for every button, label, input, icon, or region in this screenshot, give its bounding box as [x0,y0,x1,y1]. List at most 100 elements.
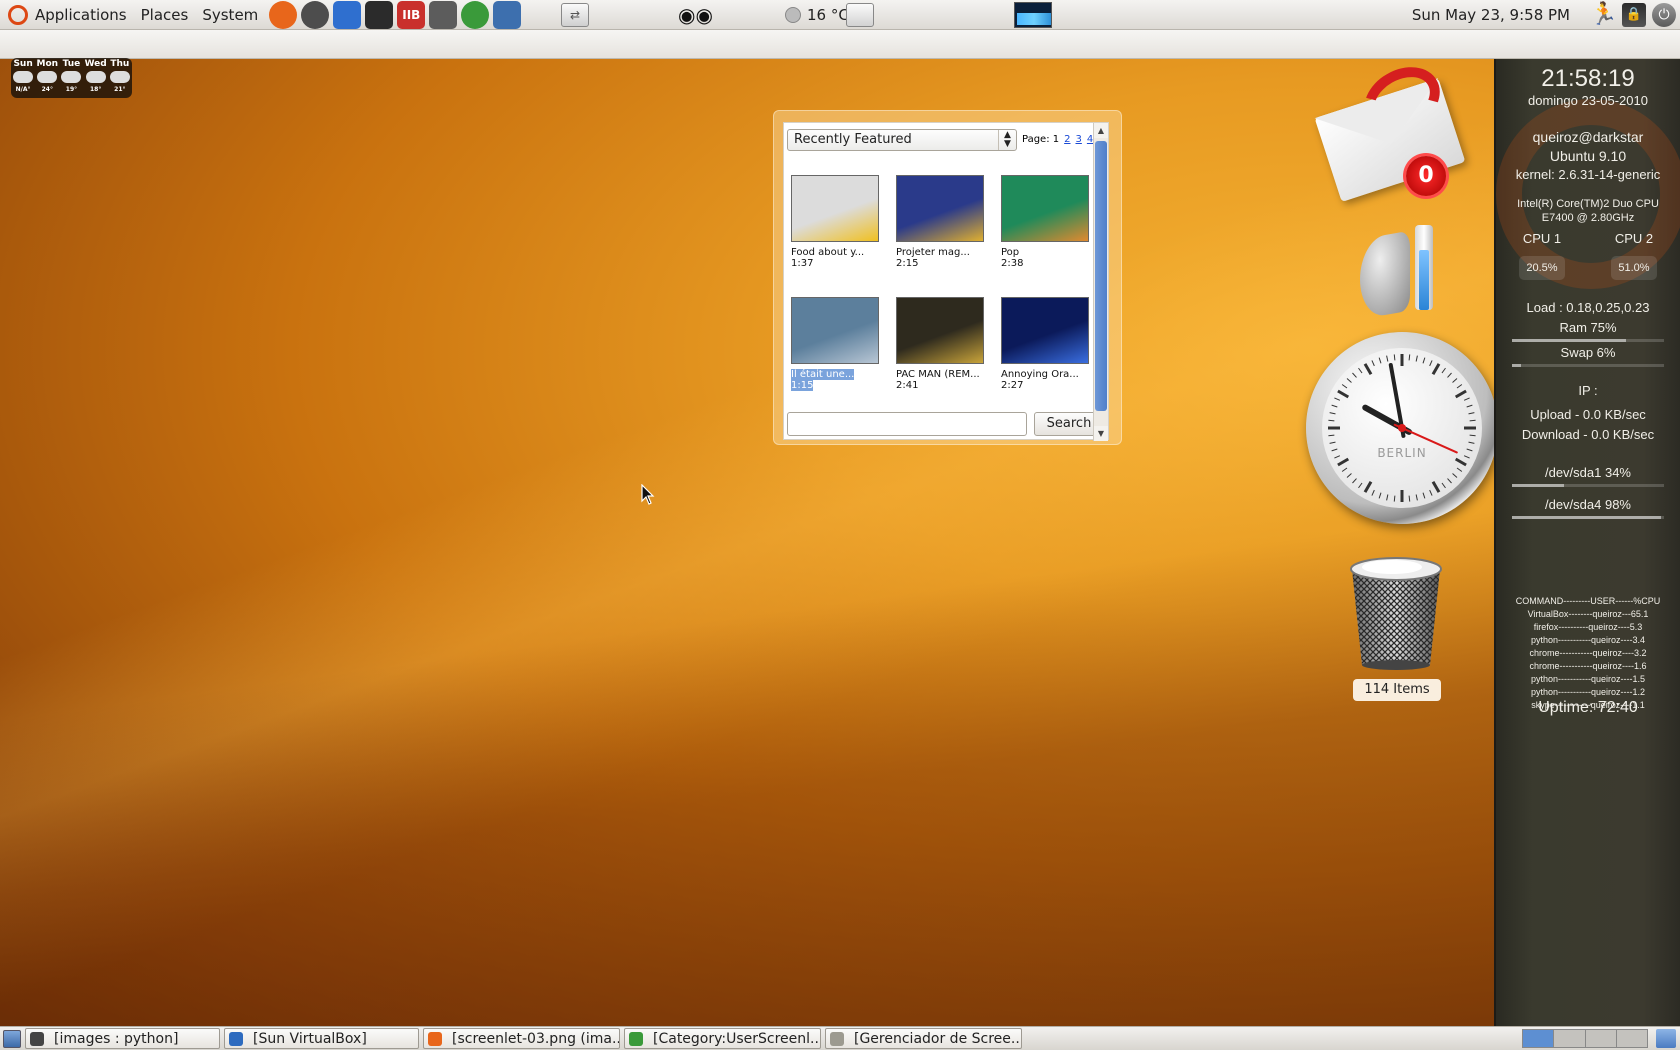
shutdown-icon[interactable]: ⏻ [1652,3,1676,27]
clock-tick [1469,419,1476,422]
lock-screen-icon[interactable]: 🔒 [1622,3,1646,27]
video-item[interactable]: Il était une... 1:15 [791,297,883,391]
text-editor-icon[interactable]: IIB [397,0,426,29]
sysmon-ram: Ram 75% [1559,320,1617,335]
calculator-icon[interactable] [429,0,458,29]
menu-applications[interactable]: Applications [28,0,134,30]
taskbar-button[interactable]: [Category:UserScreenl... [624,1028,821,1049]
taskbar-button[interactable]: [Gerenciador de Scree... [825,1028,1022,1049]
clock-tick [1328,419,1335,422]
taskbar-button[interactable]: [Sun VirtualBox] [224,1028,419,1049]
video-duration: 2:15 [896,258,919,269]
sda4-bar-fill [1512,516,1661,519]
workspace-2[interactable] [1554,1030,1586,1047]
show-desktop-icon[interactable] [3,1029,21,1048]
workspace-3[interactable] [1585,1030,1617,1047]
video-thumbnail[interactable] [896,175,984,242]
video-scrollbar[interactable]: ▲ ▼ [1093,123,1108,441]
drive-icon[interactable] [846,3,874,27]
analog-clock-widget[interactable]: BERLIN [1306,332,1498,524]
taskbar-button[interactable]: [images : python] [25,1028,220,1049]
video-item[interactable]: PAC MAN (REM... 2:41 [896,297,988,391]
sysmon-load: Load : 0.18,0.25,0.23 [1526,300,1650,315]
clock-tick [1415,355,1418,362]
rhythmbox-icon[interactable] [301,0,330,29]
clock-tick [1415,494,1418,501]
page-label: Page: 1 [1022,134,1060,145]
system-monitor-applet-icon[interactable] [1014,2,1052,28]
mail-count-badge: 0 [1406,156,1446,196]
taskbar-button[interactable]: [screenlet-03.png (ima... [423,1028,620,1049]
clock-tick [1371,489,1375,496]
mail-notifier-widget[interactable]: 0 [1314,54,1466,202]
file-manager-icon[interactable] [493,0,522,29]
clock-tick [1447,372,1452,378]
process-row: python-----------queiroz----1.5 [1530,674,1645,684]
weather-applet[interactable]: 16 °C [785,0,849,30]
chrome-icon[interactable] [461,0,490,29]
cpu1-column: CPU 1 20.5% [1512,231,1572,280]
taskbar-button-label: [screenlet-03.png (ima... [452,1030,620,1047]
volume-widget[interactable] [1357,225,1452,320]
top-panel: Applications Places System IIB ⇄ ◉◉ 16 °… [0,0,1680,30]
video-thumbnail[interactable] [1001,175,1089,242]
video-thumbnail[interactable] [896,297,984,364]
video-item[interactable]: Projeter mag... 2:15 [896,175,988,269]
cloud-icon [109,66,130,83]
trash-can-icon [1350,557,1442,670]
video-item[interactable]: Food about y... 1:37 [791,175,883,269]
sysmon-os: Ubuntu 9.10 [1549,148,1627,164]
workspace-pager[interactable] [1522,1029,1648,1048]
firefox-icon[interactable] [269,0,298,29]
trash-applet-icon[interactable] [1656,1029,1676,1048]
page-link-2[interactable]: 2 [1064,134,1070,145]
running-man-icon[interactable]: 🏃 [1590,3,1617,27]
menu-system[interactable]: System [195,0,265,30]
scroll-down-icon[interactable]: ▼ [1094,426,1108,441]
video-item[interactable]: Pop 2:38 [1001,175,1093,269]
sysmon-date: domingo 23-05-2010 [1528,93,1648,108]
video-duration: 1:15 [791,380,814,391]
sysmon-cpu-model: Intel(R) Core(TM)2 Duo CPU [1517,198,1659,210]
workspace-4[interactable] [1616,1030,1647,1047]
video-search-input[interactable] [787,412,1027,436]
feed-select[interactable]: Recently Featured ▲ ▼ [787,129,1017,151]
trash-widget[interactable]: 114 Items [1343,553,1443,701]
clock-tick [1468,441,1475,444]
video-screenlet: Recently Featured ▲ ▼ Page: 1234 Food abo… [773,110,1122,445]
video-item[interactable]: Annoying Ora... 2:27 [1001,297,1093,391]
clock-tick [1371,360,1375,367]
scrollbar-thumb[interactable] [1095,141,1107,411]
menu-places[interactable]: Places [134,0,196,30]
clock-tick [1386,494,1389,501]
clock-tick [1358,367,1363,374]
process-row: chrome-----------queiroz----3.2 [1529,648,1647,658]
clock-tick [1468,412,1475,415]
process-list: VirtualBox--------queiroz---65.1 firefox-… [1496,608,1680,712]
bird-icon[interactable] [333,0,362,29]
workspace-switcher-icon[interactable]: ⇄ [561,3,589,27]
sysmon-user: queiroz@darkstar [1532,129,1644,145]
weather-day-temp: 24° [41,86,53,93]
clock-tick [1441,367,1446,374]
process-header: COMMAND---------USER------%CPU [1515,596,1661,606]
bottom-panel: [images : python] [Sun VirtualBox] [screen… [0,1026,1680,1050]
clock-tick [1331,404,1338,408]
video-thumbnail[interactable] [791,175,879,242]
cloud-icon [37,66,58,83]
page-link-3[interactable]: 3 [1076,134,1082,145]
workspace-1[interactable] [1523,1030,1555,1047]
scroll-up-icon[interactable]: ▲ [1094,123,1108,138]
clock-tick [1329,412,1336,415]
video-title: Projeter mag... [896,247,970,258]
clock-tick [1341,384,1348,389]
clock-text[interactable]: Sun May 23, 9:58 PM [1412,6,1570,24]
process-row: VirtualBox--------queiroz---65.1 [1527,609,1649,619]
speaker-icon [1360,230,1410,320]
weather-day: Wed 18° [84,59,107,98]
video-thumbnail[interactable] [791,297,879,364]
ubuntu-logo-icon[interactable] [8,4,28,25]
terminal-icon[interactable] [365,0,394,29]
video-thumbnail[interactable] [1001,297,1089,364]
weather-forecast-widget[interactable]: Sun N/A° Mon 24° Tue 19° Wed 18° Thu 21° [11,58,132,98]
